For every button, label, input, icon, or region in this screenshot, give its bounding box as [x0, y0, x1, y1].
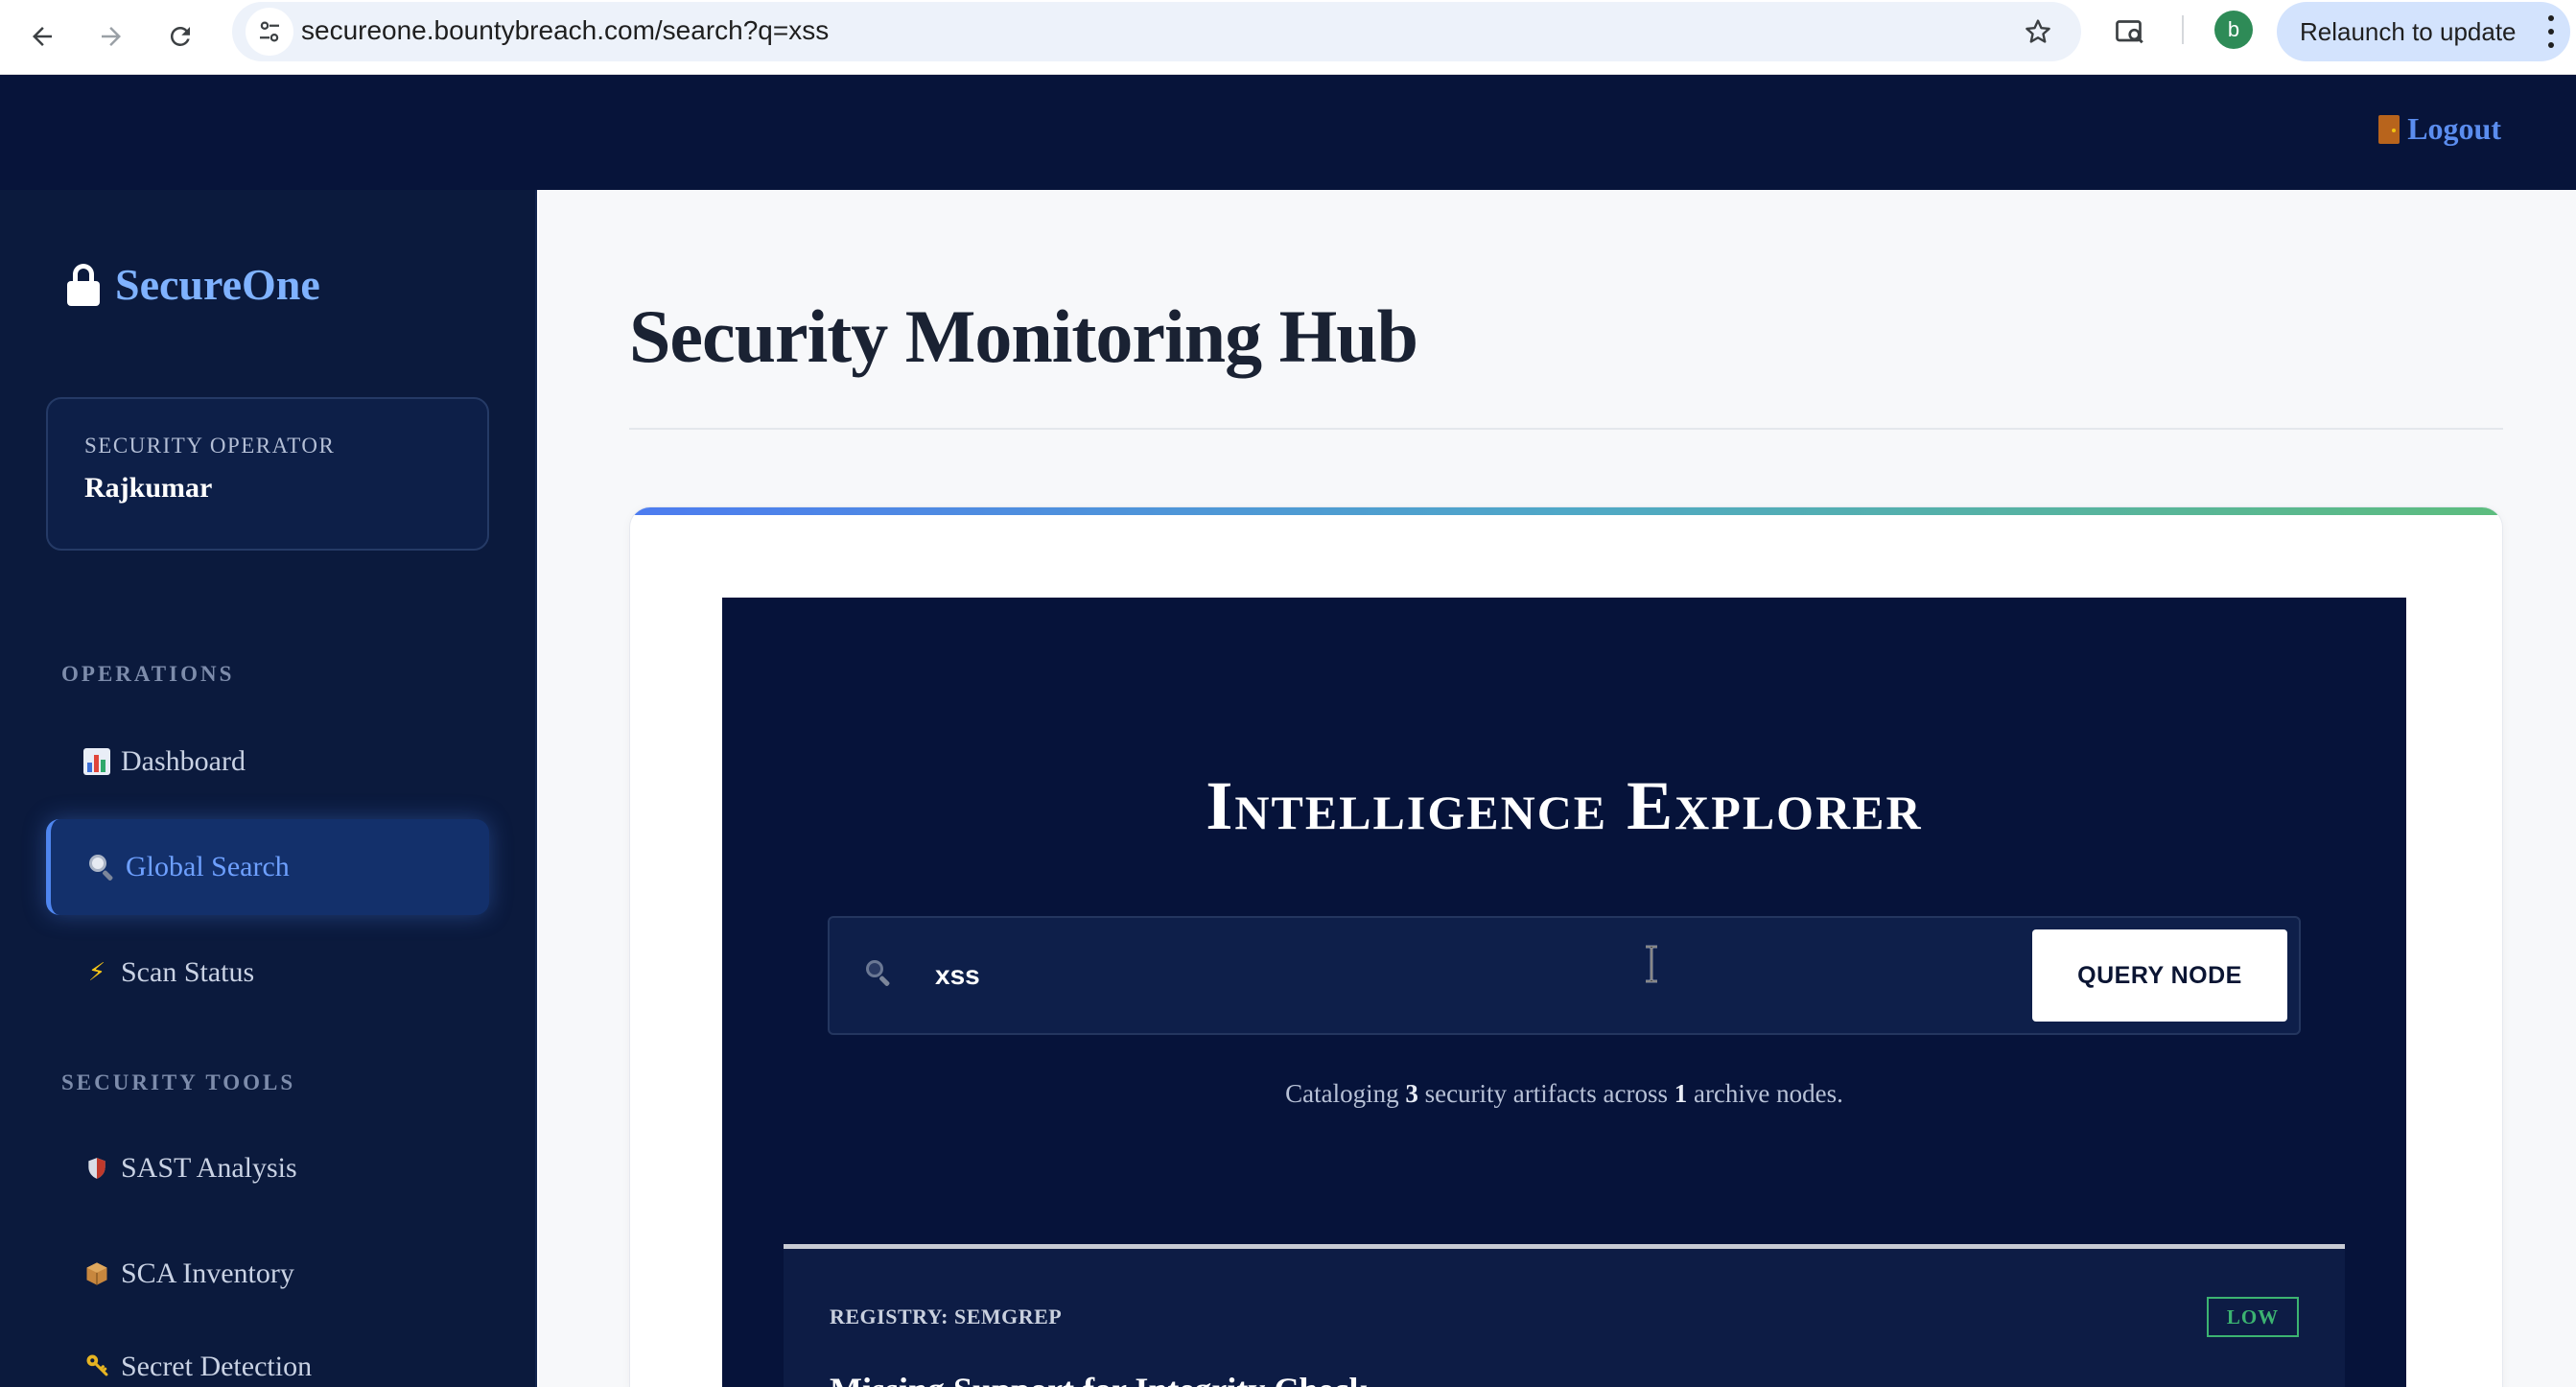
result-registry: REGISTRY: SEMGREP: [830, 1305, 1063, 1328]
sidebar: SecureOne SECURITY OPERATOR Rajkumar OPE…: [0, 190, 537, 1387]
brand-logo[interactable]: SecureOne: [67, 259, 320, 310]
search-bar: QUERY NODE: [828, 916, 2301, 1035]
title-divider: [629, 428, 2503, 430]
forward-button[interactable]: [88, 13, 134, 59]
star-icon: [2026, 19, 2050, 43]
door-icon: [2378, 114, 2400, 144]
shield-icon: [82, 1154, 111, 1183]
browser-toolbar: secureone.bountybreach.com/search?q=xss …: [0, 0, 2576, 75]
panel-gradient-bar: [630, 507, 2502, 515]
bookmark-button[interactable]: [2016, 10, 2060, 54]
relaunch-label: Relaunch to update: [2300, 16, 2517, 46]
sidebar-item-label: SAST Analysis: [121, 1152, 297, 1184]
sidebar-item-sca-inventory[interactable]: SCA Inventory: [46, 1226, 489, 1322]
text-cursor-icon: [1646, 945, 1657, 983]
sidebar-item-label: Secret Detection: [121, 1351, 313, 1382]
result-card[interactable]: REGISTRY: SEMGREP LOW Missing Support fo…: [784, 1244, 2345, 1387]
key-icon: [82, 1351, 111, 1379]
explorer-title: Intelligence Explorer: [1206, 767, 1923, 844]
lens-search-button[interactable]: [2106, 8, 2154, 56]
catalog-middle: security artifacts across: [1424, 1079, 1668, 1108]
sidebar-item-label: Global Search: [126, 851, 290, 882]
artifact-count: 3: [1405, 1079, 1418, 1108]
catalog-prefix: Cataloging: [1285, 1079, 1399, 1108]
relaunch-button[interactable]: Relaunch to update: [2277, 2, 2570, 61]
lightning-icon: ⚡: [87, 958, 106, 987]
sidebar-item-label: Dashboard: [121, 745, 246, 777]
lens-icon: [2116, 20, 2143, 44]
operator-card: SECURITY OPERATOR Rajkumar: [46, 397, 489, 551]
page-title: Security Monitoring Hub: [629, 294, 1418, 378]
main-content: Security Monitoring Hub Intelligence Exp…: [539, 190, 2576, 1387]
app-header: Logout: [0, 75, 2576, 190]
section-title-operations: OPERATIONS: [61, 662, 235, 686]
operator-name: Rajkumar: [84, 472, 213, 504]
tune-icon: [260, 21, 279, 42]
site-settings-button[interactable]: [246, 8, 293, 56]
result-title[interactable]: Missing Support for Integrity Check: [830, 1370, 1368, 1387]
sidebar-item-secret-detection[interactable]: Secret Detection: [46, 1329, 489, 1387]
back-button[interactable]: [19, 13, 65, 59]
bar-chart-icon: [82, 747, 111, 776]
back-arrow-icon: [33, 27, 52, 46]
sidebar-item-dashboard[interactable]: Dashboard: [46, 714, 489, 810]
sidebar-item-label: SCA Inventory: [121, 1258, 294, 1289]
logout-link[interactable]: Logout: [2378, 111, 2501, 147]
section-title-security-tools: SECURITY TOOLS: [61, 1070, 296, 1094]
profile-avatar[interactable]: b: [2214, 11, 2253, 49]
sidebar-item-label: Scan Status: [121, 956, 255, 988]
intelligence-explorer: Intelligence Explorer QUERY NODE Catalog…: [722, 598, 2406, 1387]
toolbar-divider: [2182, 15, 2184, 44]
lock-icon: [67, 263, 100, 306]
node-count: 1: [1674, 1079, 1688, 1108]
catalog-summary: Cataloging 3 security artifacts across 1…: [722, 1079, 2406, 1109]
operator-role: SECURITY OPERATOR: [84, 434, 336, 458]
magnifier-icon: [87, 853, 116, 882]
kebab-menu-icon[interactable]: [2547, 15, 2555, 48]
reload-button[interactable]: [157, 13, 203, 59]
forward-arrow-icon: [102, 27, 121, 46]
explorer-panel: Intelligence Explorer QUERY NODE Catalog…: [629, 506, 2503, 1387]
reload-icon: [170, 26, 190, 46]
severity-badge: LOW: [2207, 1297, 2299, 1337]
url-text[interactable]: secureone.bountybreach.com/search?q=xss: [301, 15, 829, 46]
catalog-suffix: archive nodes.: [1693, 1079, 1843, 1108]
brand-name: SecureOne: [115, 260, 320, 309]
search-input[interactable]: [935, 947, 1990, 1004]
address-bar[interactable]: secureone.bountybreach.com/search?q=xss: [232, 2, 2081, 61]
query-node-button[interactable]: QUERY NODE: [2032, 929, 2287, 1022]
sidebar-item-sast-analysis[interactable]: SAST Analysis: [46, 1120, 489, 1216]
sidebar-item-scan-status[interactable]: ⚡ Scan Status: [46, 925, 489, 1021]
search-icon: [866, 960, 891, 987]
package-icon: [82, 1259, 111, 1288]
sidebar-item-global-search[interactable]: Global Search: [46, 819, 489, 915]
logout-label: Logout: [2407, 111, 2501, 146]
